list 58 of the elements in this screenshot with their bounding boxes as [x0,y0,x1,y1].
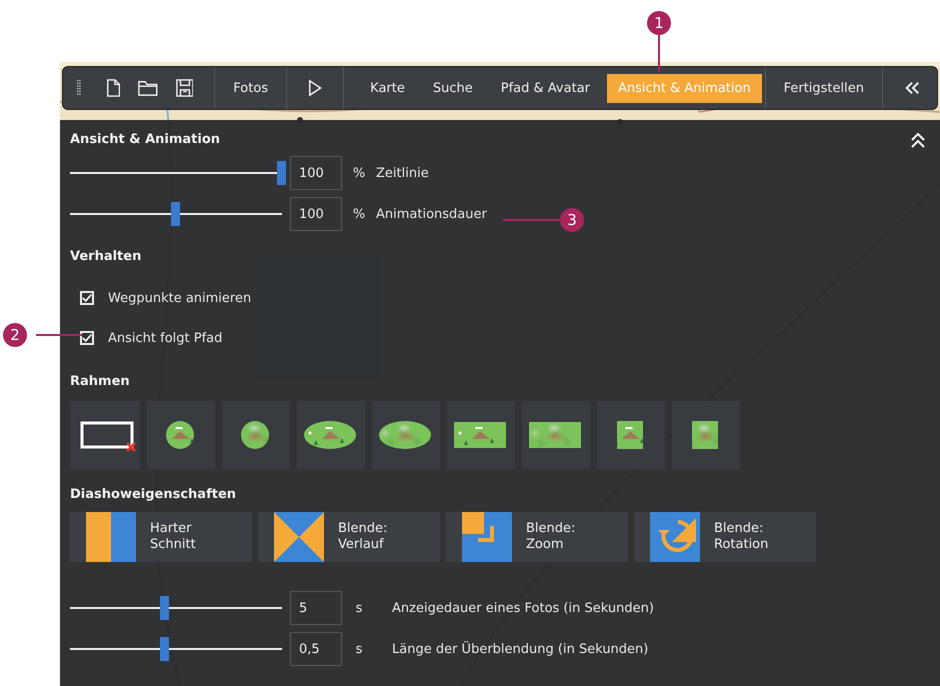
transition-icon [86,512,136,562]
unit-label: % [352,166,366,180]
checkbox[interactable] [80,331,94,345]
transition-button[interactable]: Blende: Zoom [446,512,628,562]
transition-button[interactable]: Blende: Verlauf [258,512,440,562]
leader-line [658,34,660,72]
folder-icon[interactable] [138,79,158,97]
checkbox-label: Ansicht folgt Pfad [108,330,222,346]
checkbox[interactable] [80,291,94,305]
toolbar-tab[interactable]: Suche [422,74,484,102]
value-field[interactable]: 5 [290,591,342,625]
callout-number: 1 [647,11,671,35]
frame-option[interactable] [672,401,740,469]
toolbar-tab[interactable]: Karte [359,74,416,102]
transition-button[interactable]: Harter Schnitt [70,512,252,562]
transition-icon [462,512,512,562]
leader-line [36,334,82,336]
frame-option[interactable] [297,401,365,469]
transition-button[interactable]: Blende: Rotation [634,512,816,562]
save-icon[interactable] [176,78,194,98]
transition-icon [650,512,700,562]
unit-label: % [352,206,366,222]
section-heading: Diashoweigenschaften [70,487,236,502]
collapse-left-icon[interactable] [904,80,920,96]
section-heading: Rahmen [70,374,130,389]
slider-label: Länge der Überblendung (in Sekunden) [392,642,648,656]
frame-option[interactable] [222,401,290,469]
slider-label: Anzeigedauer eines Fotos (in Sekunden) [392,600,654,616]
leader-line [503,219,561,221]
section-heading: Verhalten [70,249,142,264]
finish-button[interactable]: Fertigstellen [778,80,870,96]
grip-icon[interactable] [77,79,81,97]
value-field[interactable]: 100 [290,156,342,190]
slider-thumb[interactable] [277,161,286,185]
transition-icon [274,512,324,562]
toolbar-tab[interactable]: Pfad & Avatar [490,74,602,102]
frame-option[interactable] [447,401,515,469]
new-file-icon[interactable] [106,78,120,98]
callout-number: 2 [3,323,27,347]
value-field[interactable]: 0,5 [290,632,342,666]
unit-label: s [354,642,364,656]
section-heading: Ansicht & Animation [70,132,220,147]
slider-thumb[interactable] [171,202,180,226]
checkbox-label: Wegpunkte animieren [108,290,252,306]
slider-thumb[interactable] [160,637,170,661]
play-icon[interactable] [308,78,322,98]
frame-option[interactable] [597,401,665,469]
frame-option[interactable] [522,401,590,469]
frame-option[interactable] [147,401,215,469]
photos-button[interactable]: Fotos [227,80,274,96]
collapse-up-icon[interactable] [910,132,926,148]
slider-thumb[interactable] [160,596,170,620]
frame-option[interactable] [70,401,140,469]
value-field[interactable]: 100 [290,197,342,231]
slider-label: Zeitlinie [376,166,429,180]
unit-label: s [354,600,364,616]
slider-label: Animationsdauer [376,206,487,222]
frame-option[interactable] [372,401,440,469]
